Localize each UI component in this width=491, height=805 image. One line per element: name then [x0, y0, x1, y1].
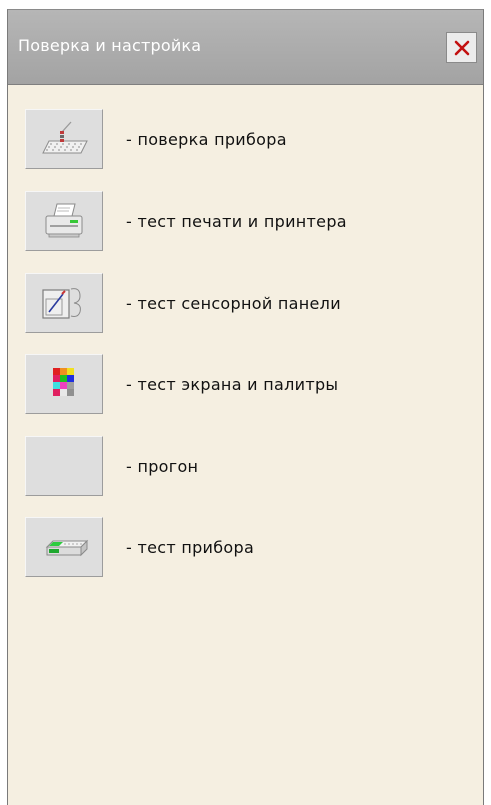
palette-icon: [53, 368, 74, 396]
touch-panel-test-button[interactable]: [25, 273, 103, 333]
device-test-label: - тест прибора: [126, 537, 255, 557]
calibration-icon: [42, 121, 88, 154]
calibration-label: - поверка прибора: [126, 129, 287, 149]
list-item-run: - прогон: [25, 436, 465, 496]
printer-test-button[interactable]: [25, 191, 103, 251]
printer-icon: [45, 203, 83, 238]
calibration-button[interactable]: [25, 109, 103, 169]
printer-test-label: - тест печати и принтера: [126, 211, 347, 231]
list-item-device-test: - тест прибора: [25, 517, 465, 577]
touch-panel-icon: [42, 288, 81, 319]
device-test-button[interactable]: [25, 517, 103, 577]
close-icon: [454, 40, 469, 55]
window-title: Поверка и настройка: [18, 36, 202, 55]
list-item-touch-panel: - тест сенсорной панели: [25, 273, 465, 333]
list-item-palette: - тест экрана и палитры: [25, 354, 465, 414]
screen-palette-test-label: - тест экрана и палитры: [126, 374, 339, 394]
title-bar: Поверка и настройка: [8, 10, 483, 85]
screen-palette-test-button[interactable]: [25, 354, 103, 414]
run-label: - прогон: [126, 456, 199, 476]
dialog-window: Поверка и настройка - поверка прибора - …: [7, 9, 484, 805]
menu-list: - поверка прибора - тест печати и принте…: [8, 85, 483, 805]
list-item-calibration: - поверка прибора: [25, 109, 465, 169]
device-icon: [45, 539, 89, 557]
run-button[interactable]: [25, 436, 103, 496]
touch-panel-test-label: - тест сенсорной панели: [126, 293, 341, 313]
list-item-printer: - тест печати и принтера: [25, 191, 465, 251]
close-button[interactable]: [446, 32, 477, 63]
